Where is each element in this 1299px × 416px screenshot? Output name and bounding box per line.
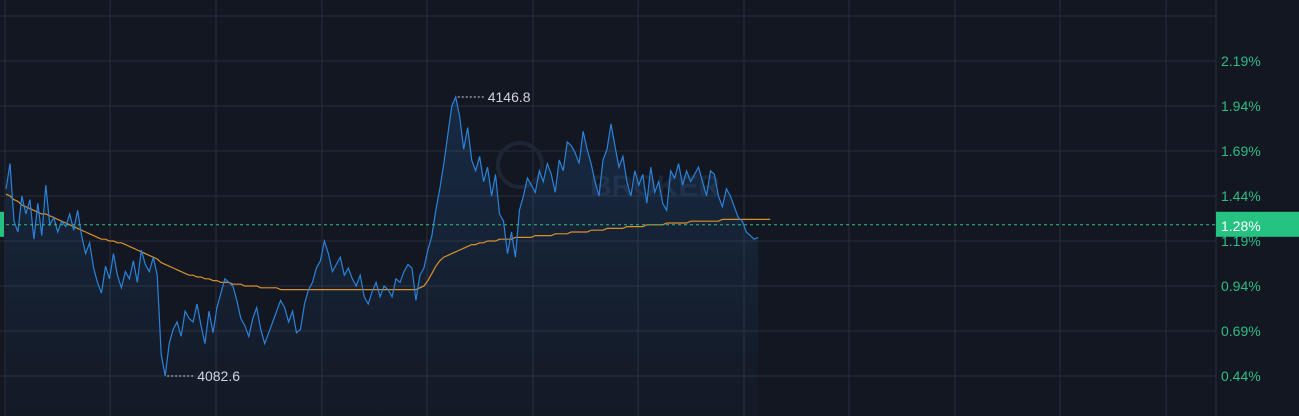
- low-annotation-label: 4082.6: [197, 368, 240, 384]
- y-tick-label: 0.69%: [1221, 323, 1261, 339]
- intraday-chart[interactable]: BROKER 2.19%1.94%1.69%1.44%1.19%0.94%0.6…: [0, 0, 1299, 416]
- y-tick-label: 2.19%: [1221, 53, 1261, 69]
- current-value-badge: 1.28%: [1216, 211, 1299, 237]
- left-price-marker: [0, 211, 4, 237]
- y-tick-label: 0.44%: [1221, 368, 1261, 384]
- high-annotation-label: 4146.8: [488, 89, 531, 105]
- y-tick-label: 1.44%: [1221, 188, 1261, 204]
- y-tick-label: 0.94%: [1221, 278, 1261, 294]
- y-tick-label: 1.94%: [1221, 98, 1261, 114]
- price-area-fill: [6, 97, 759, 416]
- y-tick-label: 1.69%: [1221, 143, 1261, 159]
- current-value-label: 1.28%: [1221, 218, 1261, 234]
